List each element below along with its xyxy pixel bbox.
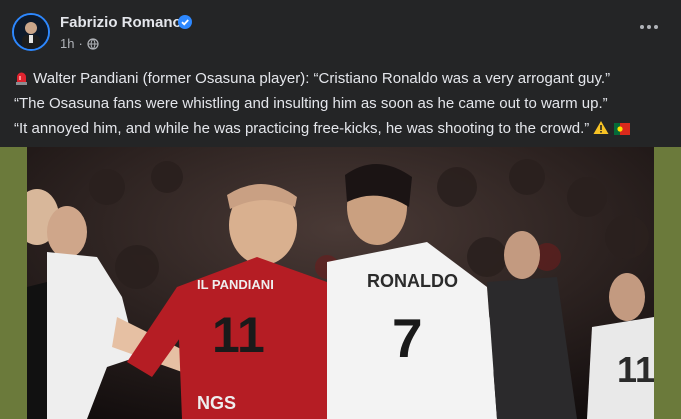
globe-icon	[87, 37, 99, 50]
jersey-left-number: 11	[212, 307, 265, 363]
jersey-left-sponsor: NGS	[197, 393, 236, 413]
jersey-far-right-number: 11	[617, 349, 654, 390]
caption-line-3: “It annoyed him, and while he was practi…	[14, 116, 669, 141]
post-caption: Walter Pandiani (former Osasuna player):…	[14, 66, 669, 141]
jersey-right-name: RONALDO	[367, 271, 458, 291]
author-name[interactable]: Fabrizio Romano	[60, 14, 182, 31]
caption-line-1: Walter Pandiani (former Osasuna player):…	[14, 66, 669, 91]
jersey-left-name: IL PANDIANI	[197, 277, 274, 292]
caption-line-2: “The Osasuna fans were whistling and ins…	[14, 95, 608, 112]
jersey-right-number: 7	[392, 307, 423, 369]
post-photo[interactable]: IL PANDIANI 11 NGS RONALDO 7 11	[27, 147, 654, 419]
warning-icon	[593, 121, 609, 134]
meta-separator: ·	[78, 36, 83, 51]
post-time[interactable]: 1h	[60, 36, 74, 51]
siren-icon	[16, 72, 27, 85]
portugal-flag-icon	[613, 123, 630, 135]
post-meta: 1h ·	[60, 36, 99, 51]
post-header: Fabrizio Romano 1h ·	[0, 0, 681, 60]
verified-icon	[178, 15, 192, 29]
avatar[interactable]	[12, 13, 50, 51]
more-icon[interactable]	[639, 22, 659, 32]
photo-frame: IL PANDIANI 11 NGS RONALDO 7 11	[0, 147, 681, 419]
